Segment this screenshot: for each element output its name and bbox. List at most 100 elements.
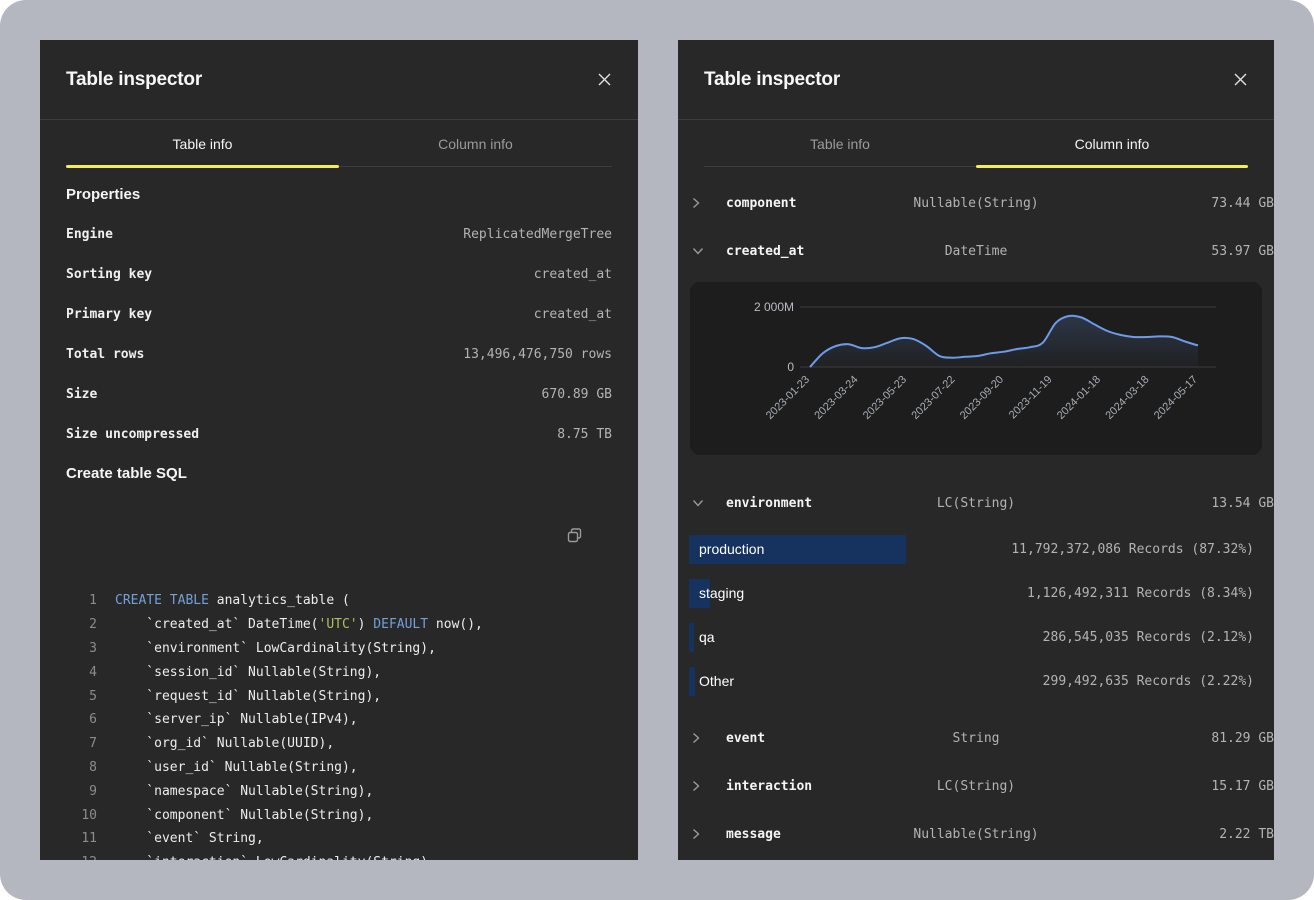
column-size: 81.29 GB [999,731,1274,746]
property-label: Engine [66,227,113,242]
line-number: 2 [66,613,97,637]
x-axis-tick-label: 2023-05-23 [861,374,909,422]
column-name: event [726,731,765,746]
column-size: 13.54 GB [1015,496,1274,511]
property-value: 8.75 TB [557,427,612,442]
column-row-environment[interactable]: environmentLC(String)13.54 GB [678,479,1274,527]
column-row-event[interactable]: event String81.29 GB [678,714,1274,762]
sql-line-text: `component` Nullable(String), [97,804,373,828]
create-table-sql-heading: Create table SQL [66,459,612,489]
properties-heading: Properties [66,180,612,210]
column-row-component[interactable]: componentNullable(String)73.44 GB [678,179,1274,227]
property-row: Size uncompressed8.75 TB [66,414,612,454]
copy-sql-button[interactable] [527,510,585,564]
column-row-created_at[interactable]: created_atDateTime53.97 GB [678,227,1274,275]
line-number: 6 [66,708,97,732]
chevron-right-icon [692,197,700,209]
sql-line-text: `created_at` DateTime('UTC') DEFAULT now… [97,613,483,637]
line-number: 5 [66,685,97,709]
column-type: LC(String) [937,779,1015,794]
column-size: 73.44 GB [1039,196,1274,211]
x-axis-tick-label: 2024-01-18 [1055,374,1103,422]
sql-line: 7 `org_id` Nullable(UUID), [66,732,612,756]
column-name-cell: component [678,196,913,211]
value-record-count: 299,492,635 Records (2.22%) [1043,674,1254,689]
column-row-interaction[interactable]: interaction LC(String)15.17 GB [678,762,1274,810]
tab-column-info[interactable]: Column info [976,120,1248,168]
chevron-down-icon [692,499,704,507]
sql-line-text: `environment` LowCardinality(String), [97,637,436,661]
property-value: created_at [534,267,612,282]
column-type: Nullable(String) [913,196,1038,211]
sql-line-text: `event` String, [97,827,264,851]
property-row: Primary keycreated_at [66,294,612,334]
sql-line: 3 `environment` LowCardinality(String), [66,637,612,661]
sql-line-text: `request_id` Nullable(String), [97,685,381,709]
value-bar-row-staging: staging 1,126,492,311 Records (8.34%) [678,571,1274,615]
line-number: 10 [66,804,97,828]
value-record-count: 286,545,035 Records (2.12%) [1043,630,1254,645]
table-inspector-modal-right: Table inspector Table infoColumn info co… [678,40,1274,860]
tab-column-info[interactable]: Column info [339,120,612,168]
value-bar-row-qa: qa286,545,035 Records (2.12%) [678,615,1274,659]
value-record-count: 1,126,492,311 Records (8.34%) [1027,586,1254,601]
value-bar [689,667,695,696]
value-bar [689,623,694,652]
x-axis-tick-label: 2024-03-18 [1103,374,1151,422]
x-axis-tick-label: 2023-09-20 [958,374,1006,422]
sql-line-text: `user_id` Nullable(String), [97,756,358,780]
table-inspector-modal-left: Table inspector Table info Column info Pr… [40,40,638,860]
column-size: 53.97 GB [1007,244,1274,259]
y-axis-tick-label-zero: 0 [787,360,794,374]
value-record-count: 11,792,372,086 Records (87.32%) [1011,542,1254,557]
column-name-cell: event [678,731,953,746]
x-axis-tick-label: 2023-07-22 [909,374,957,422]
line-number: 8 [66,756,97,780]
property-row: Sorting key created_at [66,254,612,294]
column-name: environment [726,496,812,511]
environment-value-bars: production11,792,372,086 Records (87.32%… [678,527,1274,703]
y-axis-tick-label-max: 2 000M [754,300,794,314]
tab-table-info[interactable]: Table info [66,120,339,168]
sql-line: 8 `user_id` Nullable(String), [66,756,612,780]
tab-label: Column info [438,136,513,152]
area-chart-svg: 2 000M02023-01-232023-03-242023-05-23202… [690,282,1262,455]
line-number: 3 [66,637,97,661]
sql-line-text: `server_ip` Nullable(IPv4), [97,708,358,732]
column-name: interaction [726,779,812,794]
close-icon [1233,72,1248,87]
sql-line-text: `org_id` Nullable(UUID), [97,732,334,756]
area-fill [810,316,1198,367]
tab-label: Table info [173,136,233,152]
value-bar-row-other: Other 299,492,635 Records (2.22%) [678,659,1274,703]
close-button[interactable] [1233,72,1248,87]
column-row-message[interactable]: messageNullable(String)2.22 TB [678,810,1274,858]
column-size: 15.17 GB [1015,779,1274,794]
value-label: staging [699,585,744,601]
properties-list: EngineReplicatedMergeTreeSorting keycrea… [66,214,612,454]
tab-table-info[interactable]: Table info [704,120,976,168]
tab-bar: Table info Column info [704,120,1248,168]
copy-icon [566,527,583,544]
close-button[interactable] [597,72,612,87]
column-name-cell: created_at [678,244,945,259]
table-info-content: Properties EngineReplicatedMergeTreeSort… [40,180,638,860]
value-label: Other [699,673,734,689]
x-axis-tick-label: 2024-05-17 [1152,374,1200,422]
tab-label: Table info [810,136,870,152]
sql-line-text: `namespace` Nullable(String), [97,780,373,804]
tab-label: Column info [1075,136,1150,152]
chevron-right-icon [692,780,700,792]
sql-line-text: `session_id` Nullable(String), [97,661,381,685]
column-type: String [953,731,1000,746]
modal-title: Table inspector [66,69,202,91]
sql-line: 9 `namespace` Nullable(String), [66,780,612,804]
property-value: 13,496,476,750 rows [463,347,612,362]
x-axis-tick-label: 2023-03-24 [812,374,860,422]
sql-line: 10 `component` Nullable(String), [66,804,612,828]
property-label: Sorting key [66,267,152,282]
tab-divider [704,166,976,167]
column-size: 2.22 TB [1039,827,1274,842]
tab-bar: Table info Column info [66,120,612,168]
value-bar-row-production: production11,792,372,086 Records (87.32%… [678,527,1274,571]
